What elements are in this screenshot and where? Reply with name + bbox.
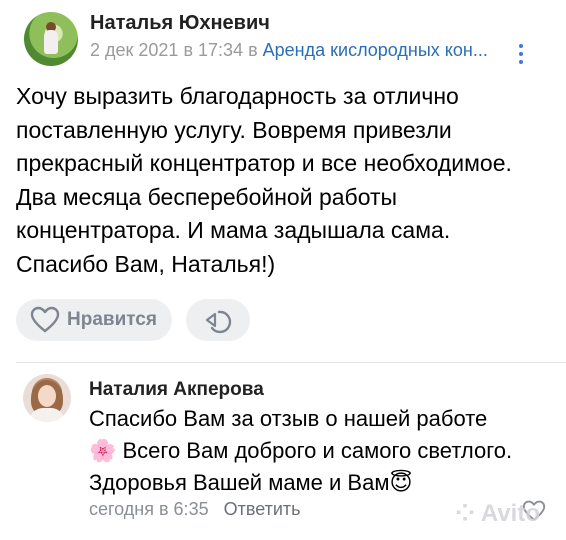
watermark-text: Avito bbox=[480, 500, 540, 527]
author-name[interactable]: Наталья Юхневич bbox=[90, 12, 270, 35]
review-text: Хочу выразить благодарность за отлично п… bbox=[16, 80, 556, 281]
share-button[interactable] bbox=[186, 299, 250, 341]
meta-preposition: в bbox=[248, 40, 258, 60]
reply-button[interactable]: Ответить bbox=[224, 499, 301, 519]
share-icon bbox=[205, 310, 232, 334]
more-options-icon[interactable] bbox=[519, 44, 525, 68]
reply-text-line: Спасибо Вам за отзыв о нашей работе bbox=[89, 406, 488, 431]
author-avatar[interactable] bbox=[24, 12, 78, 66]
review-text-line: Спасибо Вам, Наталья!) bbox=[16, 250, 276, 277]
review-text-line: Хочу выразить благодарность за отлично bbox=[16, 83, 459, 109]
divider bbox=[16, 362, 566, 363]
like-button[interactable]: Нравится bbox=[16, 299, 172, 341]
review-text-line: концентратора. И мама задышала сама. bbox=[16, 217, 451, 243]
reply-text-line: 🌸 Всего Вам доброго и самого светлого. bbox=[89, 438, 513, 463]
reply-text: Спасибо Вам за отзыв о нашей работе 🌸 Вс… bbox=[89, 403, 559, 499]
watermark-dots-icon: ⁘ bbox=[455, 500, 476, 527]
topic-link[interactable]: Аренда кислородных кон... bbox=[263, 40, 488, 60]
review-date: 2 дек 2021 в 17:34 bbox=[90, 40, 244, 60]
review-text-line: прекрасный концентратор и все необходимо… bbox=[16, 150, 512, 176]
heart-icon bbox=[30, 306, 60, 333]
avito-watermark: ⁘ Avito bbox=[455, 499, 540, 528]
reply-time: сегодня в 6:35 bbox=[89, 499, 209, 519]
reply-text-line: Здоровья Вашей маме и Вам😇 bbox=[89, 470, 413, 495]
reply-footer: сегодня в 6:35 Ответить bbox=[89, 499, 301, 520]
reply-author-avatar[interactable] bbox=[23, 374, 71, 422]
review-text-line: поставленную услугу. Вовремя привезли bbox=[16, 116, 452, 143]
review-meta: 2 дек 2021 в 17:34 в Аренда кислородных … bbox=[90, 40, 488, 61]
review-text-line: Два месяца бесперебойной работы bbox=[16, 183, 398, 210]
reply-author-name[interactable]: Наталия Акперова bbox=[89, 379, 264, 401]
like-label: Нравится bbox=[67, 309, 157, 330]
